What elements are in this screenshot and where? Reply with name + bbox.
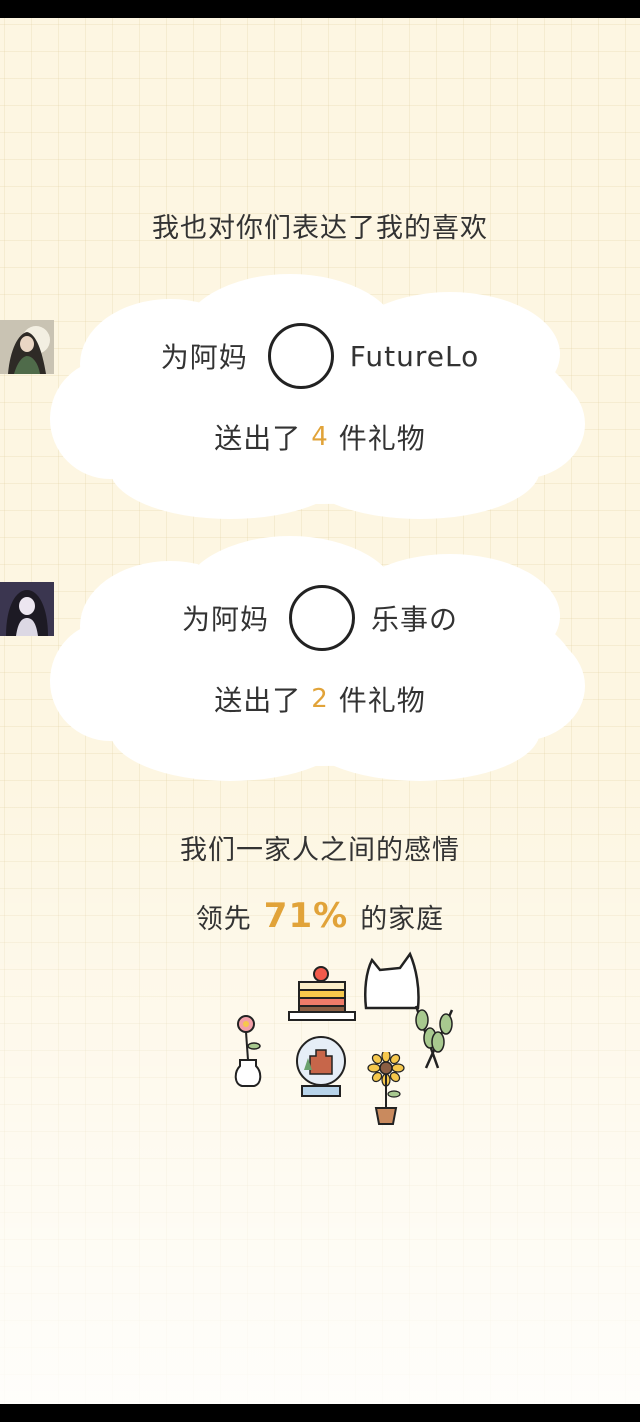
cloud-shape bbox=[50, 274, 585, 519]
sent-label: 送出了 bbox=[214, 684, 302, 717]
page-title: 我也对你们表达了我的喜欢 bbox=[152, 213, 488, 244]
gift-card-1: 为阿妈 FutureLo 送出了 4 件礼物 bbox=[0, 274, 640, 524]
recipient-prefix: 为阿妈 bbox=[160, 341, 248, 374]
family-summary-line: 我们一家人之间的感情 bbox=[180, 835, 460, 866]
unit-label: 件礼物 bbox=[338, 684, 426, 717]
flower-vase-icon bbox=[228, 1014, 268, 1092]
gift-card-1-recipient-row: 为阿妈 FutureLo bbox=[0, 320, 640, 392]
user-name[interactable]: FutureLo bbox=[350, 340, 479, 373]
anime-avatar-icon bbox=[0, 320, 328, 383]
gift-count: 4 bbox=[311, 422, 329, 452]
gift-card-2: 为阿妈 乐事の 送出了 2 件礼物 bbox=[0, 536, 640, 786]
trail-label: 的家庭 bbox=[360, 903, 445, 935]
unit-label: 件礼物 bbox=[338, 422, 426, 455]
gift-count: 2 bbox=[311, 684, 329, 714]
user-avatar[interactable] bbox=[0, 582, 355, 651]
sent-label: 送出了 bbox=[214, 422, 302, 455]
recipient-prefix: 为阿妈 bbox=[181, 603, 269, 636]
sunflower-icon bbox=[366, 1049, 406, 1132]
cake-icon bbox=[285, 964, 357, 1032]
gift-card-1-count-row: 送出了 4 件礼物 bbox=[0, 412, 640, 462]
snow-globe-icon bbox=[294, 1034, 348, 1104]
anime-avatar-icon bbox=[0, 582, 349, 645]
gift-card-2-recipient-row: 为阿妈 乐事の bbox=[0, 582, 640, 654]
user-name[interactable]: 乐事の bbox=[371, 598, 458, 638]
lead-label: 领先 bbox=[195, 903, 252, 935]
page-background: 我也对你们表达了我的喜欢 为阿妈 FutureLo 送出了 4 件礼物 为阿妈 … bbox=[0, 18, 640, 1404]
percent-value: 71% bbox=[263, 896, 349, 936]
leaves-icon bbox=[408, 1002, 458, 1076]
gift-card-2-count-row: 送出了 2 件礼物 bbox=[0, 674, 640, 724]
family-rank-row: 领先 71% 的家庭 bbox=[0, 890, 640, 942]
user-avatar[interactable] bbox=[0, 320, 334, 389]
cloud-shape bbox=[50, 536, 585, 781]
